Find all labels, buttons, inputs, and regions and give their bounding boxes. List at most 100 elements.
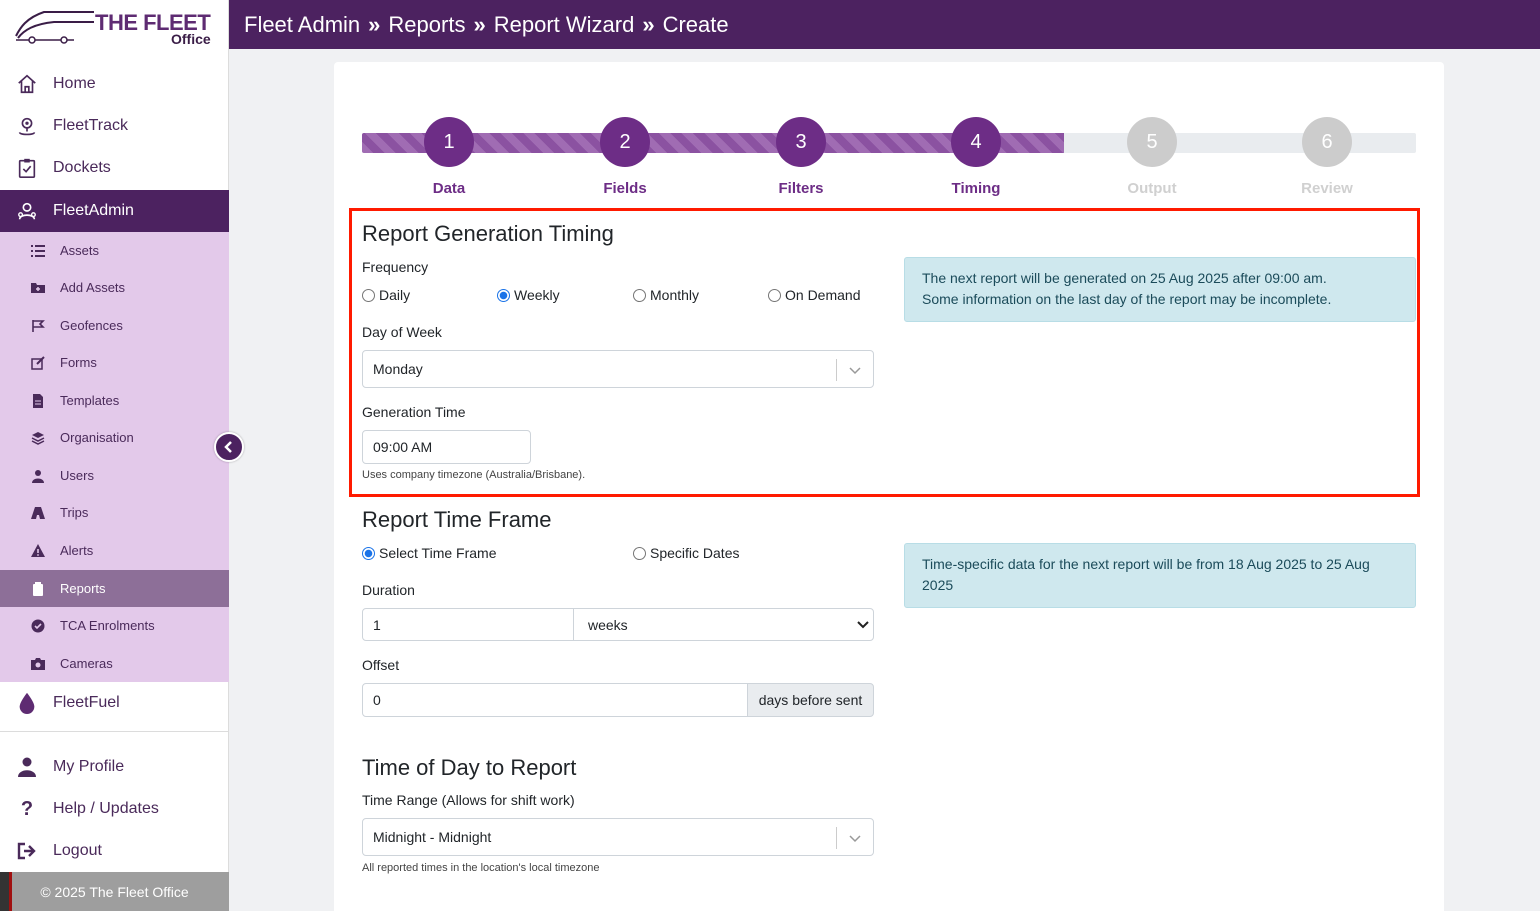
breadcrumb-item[interactable]: Reports	[388, 12, 465, 38]
next-report-info: The next report will be generated on 25 …	[904, 257, 1416, 322]
select-value: Monday	[373, 361, 423, 377]
radio-circle[interactable]	[633, 546, 646, 560]
nav-label: FleetFuel	[53, 694, 120, 711]
step-5-circle[interactable]: 5	[1127, 117, 1177, 167]
radio-label: Select Time Frame	[379, 545, 497, 561]
subnav-geofences[interactable]: Geofences	[0, 307, 229, 344]
nav-fleettrack[interactable]: FleetTrack	[0, 105, 229, 147]
radio-circle[interactable]	[768, 288, 781, 302]
breadcrumb-separator-icon: »	[473, 11, 486, 37]
day-of-week-label: Day of Week	[362, 324, 442, 340]
nav-label: FleetTrack	[53, 117, 128, 134]
nav-dockets[interactable]: Dockets	[0, 147, 229, 189]
subnav-label: Reports	[60, 581, 106, 596]
radio-label: Daily	[379, 287, 411, 303]
duration-unit-select[interactable]: weeks	[573, 608, 874, 641]
subnav-users[interactable]: Users	[0, 457, 229, 494]
radio-select-time-frame[interactable]: Select Time Frame	[362, 545, 496, 561]
step-4-circle[interactable]: 4	[951, 117, 1001, 167]
nav-label: Help / Updates	[53, 800, 159, 817]
user-icon	[14, 754, 40, 780]
brand-subtitle: Office	[171, 31, 211, 47]
logo[interactable]: THE FLEET Office	[0, 0, 228, 60]
step-5-label: Output	[1127, 180, 1177, 197]
time-range-label: Time Range (Allows for shift work)	[362, 792, 575, 808]
map-flag-icon	[30, 318, 46, 334]
generation-time-label: Generation Time	[362, 404, 466, 420]
location-pin-icon	[14, 113, 40, 139]
radio-on-demand[interactable]: On Demand	[768, 287, 860, 303]
step-1-circle[interactable]: 1	[424, 117, 474, 167]
info-line: Some information on the last day of the …	[922, 291, 1332, 307]
step-6-circle[interactable]: 6	[1302, 117, 1352, 167]
duration-input[interactable]: 1	[362, 608, 574, 641]
subnav-templates[interactable]: Templates	[0, 382, 229, 419]
radio-specific-dates[interactable]: Specific Dates	[633, 545, 739, 561]
subnav-label: Assets	[60, 243, 100, 258]
frequency-label: Frequency	[362, 259, 429, 275]
input-value: 09:00 AM	[373, 439, 433, 455]
nav-logout[interactable]: Logout	[0, 830, 229, 872]
radio-circle[interactable]	[633, 288, 646, 302]
check-circle-icon	[30, 618, 46, 634]
breadcrumb-item[interactable]: Fleet Admin	[244, 12, 360, 38]
nav-fleetfuel[interactable]: FleetFuel	[0, 682, 229, 724]
info-line: The next report will be generated on 25 …	[922, 270, 1327, 286]
subnav-alerts[interactable]: Alerts	[0, 532, 229, 569]
subnav-cameras[interactable]: Cameras	[0, 645, 229, 682]
nav-label: My Profile	[53, 758, 125, 775]
chevron-down-icon	[849, 835, 861, 843]
subnav-organisation[interactable]: Organisation	[0, 419, 229, 456]
sidebar-collapse-button[interactable]	[214, 432, 244, 462]
nav-home[interactable]: Home	[0, 63, 229, 105]
subnav-assets[interactable]: Assets	[0, 232, 229, 269]
radio-circle[interactable]	[362, 288, 375, 302]
subnav-label: Cameras	[60, 656, 113, 671]
section-title-timeframe: Report Time Frame	[362, 507, 552, 532]
clipboard-icon	[30, 581, 46, 597]
folder-plus-icon	[30, 280, 46, 296]
nav-my-profile[interactable]: My Profile	[0, 746, 229, 788]
radio-daily[interactable]: Daily	[362, 287, 410, 303]
time-range-select[interactable]: Midnight - Midnight	[362, 818, 874, 856]
breadcrumb-item[interactable]: Report Wizard	[494, 12, 635, 38]
radio-circle[interactable]	[497, 288, 510, 302]
input-value: 1	[373, 616, 381, 633]
offset-input[interactable]: 0	[362, 683, 748, 717]
subnav-trips[interactable]: Trips	[0, 494, 229, 531]
select-divider	[836, 359, 837, 381]
select-value: weeks	[588, 616, 628, 633]
breadcrumb: Fleet Admin » Reports » Report Wizard » …	[229, 0, 1540, 49]
subnav-forms[interactable]: Forms	[0, 344, 229, 381]
breadcrumb-separator-icon: »	[642, 11, 655, 37]
car-logo-icon	[15, 11, 94, 44]
radio-circle[interactable]	[362, 546, 375, 560]
select-value: Midnight - Midnight	[373, 829, 492, 845]
radio-label: On Demand	[785, 287, 861, 303]
subnav-label: Users	[60, 468, 94, 483]
question-icon: ?	[20, 797, 34, 820]
radio-weekly[interactable]: Weekly	[497, 287, 560, 303]
sidebar: THE FLEET Office Home FleetTrack Dockets…	[0, 0, 229, 911]
step-4-label: Timing	[951, 180, 1001, 197]
nav-fleetadmin[interactable]: FleetAdmin	[0, 190, 229, 232]
logout-icon	[14, 838, 40, 864]
subnav-tca-enrolments[interactable]: TCA Enrolments	[0, 607, 229, 644]
step-2-circle[interactable]: 2	[600, 117, 650, 167]
day-of-week-select[interactable]: Monday	[362, 350, 874, 388]
nav-help-updates[interactable]: ? Help / Updates	[0, 788, 229, 830]
generation-time-input[interactable]: 09:00 AM	[362, 430, 531, 464]
subnav-add-assets[interactable]: Add Assets	[0, 269, 229, 306]
subnav-label: Alerts	[60, 543, 94, 558]
nav-label: Dockets	[53, 159, 111, 176]
offset-label: Offset	[362, 657, 400, 673]
radio-monthly[interactable]: Monthly	[633, 287, 699, 303]
radio-label: Monthly	[650, 287, 700, 303]
user-icon	[30, 468, 46, 484]
step-3-circle[interactable]: 3	[776, 117, 826, 167]
subnav-label: Geofences	[60, 318, 123, 333]
subnav-label: Organisation	[60, 430, 134, 445]
section-title-timeofday: Time of Day to Report	[362, 755, 577, 780]
copyright-text: © 2025 The Fleet Office	[40, 883, 189, 900]
subnav-reports[interactable]: Reports	[0, 570, 229, 607]
